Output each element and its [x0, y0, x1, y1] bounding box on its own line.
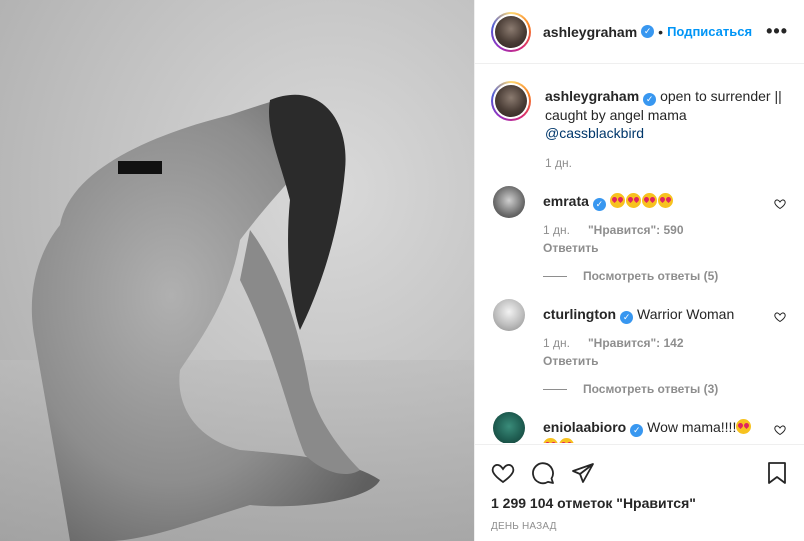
view-replies-button[interactable]: Посмотреть ответы (3) [543, 382, 758, 396]
reply-button[interactable]: Ответить [543, 241, 758, 255]
view-replies-label: Посмотреть ответы (5) [583, 269, 719, 283]
verified-badge-icon: ✓ [643, 93, 657, 106]
comment-item: cturlington ✓ Warrior Woman 1 дн. "Нравит… [491, 299, 788, 396]
like-comment-heart-icon[interactable] [774, 311, 786, 323]
commenter-avatar[interactable] [493, 186, 525, 218]
commenter-username[interactable]: eniolaabioro [543, 419, 626, 435]
caption-mention-link[interactable]: @cassblackbird [545, 125, 644, 141]
heart-eyes-emoji-icon [609, 193, 625, 208]
post-caption: ashleygraham ✓ open to surrender || caugh… [491, 81, 788, 142]
caption-text-block: ashleygraham ✓ open to surrender || caugh… [545, 81, 788, 142]
like-comment-heart-icon[interactable] [774, 198, 786, 210]
instagram-post: ashleygraham ✓ • Подписаться ••• ashleyg… [0, 0, 804, 541]
heart-eyes-emoji-icon [657, 193, 673, 208]
comment-time[interactable]: 1 дн. [543, 336, 570, 350]
verified-badge-icon: ✓ [641, 25, 655, 38]
photo-illustration [0, 94, 474, 541]
post-side-panel: ashleygraham ✓ • Подписаться ••• ashleyg… [474, 0, 804, 541]
replies-divider [543, 388, 567, 390]
heart-eyes-emoji-group [609, 193, 674, 209]
action-icons-row [491, 453, 788, 493]
header-user: ashleygraham ✓ • Подписаться [543, 24, 752, 40]
post-photo[interactable] [0, 0, 474, 541]
comment-bubble-icon[interactable] [531, 453, 571, 493]
author-username[interactable]: ashleygraham [543, 24, 637, 40]
header-separator: • [658, 23, 664, 40]
share-direct-icon[interactable] [571, 453, 611, 493]
caption-time[interactable]: 1 дн. [545, 156, 788, 170]
verified-badge-icon: ✓ [630, 424, 644, 437]
heart-eyes-emoji-icon [641, 193, 657, 208]
post-timestamp[interactable]: День назад [491, 521, 788, 532]
comment-text: Warrior Woman [637, 306, 735, 322]
view-replies-label: Посмотреть ответы (3) [583, 382, 719, 396]
commenter-username[interactable]: emrata [543, 193, 589, 209]
author-avatar[interactable] [491, 11, 531, 52]
post-header: ashleygraham ✓ • Подписаться ••• [475, 0, 804, 64]
comment-likes[interactable]: "Нравится": 590 [588, 223, 684, 237]
commenter-avatar[interactable] [493, 412, 525, 443]
view-replies-button[interactable]: Посмотреть ответы (5) [543, 269, 758, 283]
reply-button[interactable]: Ответить [543, 354, 758, 368]
comment-item: eniolaabioro ✓ Wow mama!!!! [491, 412, 788, 443]
verified-badge-icon: ✓ [620, 311, 634, 324]
verified-badge-icon: ✓ [592, 198, 606, 211]
comment-text: Wow mama!!!! [647, 419, 737, 435]
replies-divider [543, 275, 567, 277]
heart-eyes-emoji-icon [543, 438, 558, 443]
caption-avatar-image [495, 85, 527, 117]
comment-time[interactable]: 1 дн. [543, 223, 570, 237]
save-bookmark-icon[interactable] [748, 453, 788, 493]
post-likes-count[interactable]: 1 299 104 отметок "Нравится" [491, 495, 788, 511]
heart-eyes-emoji-icon [625, 193, 641, 208]
caption-username[interactable]: ashleygraham [545, 88, 639, 104]
author-avatar-image [495, 15, 527, 48]
comments-section[interactable]: ashleygraham ✓ open to surrender || caugh… [475, 65, 804, 443]
caption-avatar[interactable] [491, 81, 531, 121]
like-comment-heart-icon[interactable] [774, 424, 786, 436]
commenter-avatar[interactable] [493, 299, 525, 331]
follow-button[interactable]: Подписаться [667, 24, 752, 39]
commenter-username[interactable]: cturlington [543, 306, 616, 322]
comment-likes[interactable]: "Нравится": 142 [588, 336, 684, 350]
heart-eyes-emoji-icon [559, 438, 574, 443]
like-heart-icon[interactable] [491, 453, 531, 493]
heart-eyes-emoji-icon [736, 419, 752, 434]
comment-item: emrata ✓ 1 дн. "Нравится": 590 Ответить П… [491, 186, 788, 283]
more-options-icon[interactable]: ••• [766, 21, 788, 42]
post-actions: 1 299 104 отметок "Нравится" День назад [475, 444, 804, 532]
